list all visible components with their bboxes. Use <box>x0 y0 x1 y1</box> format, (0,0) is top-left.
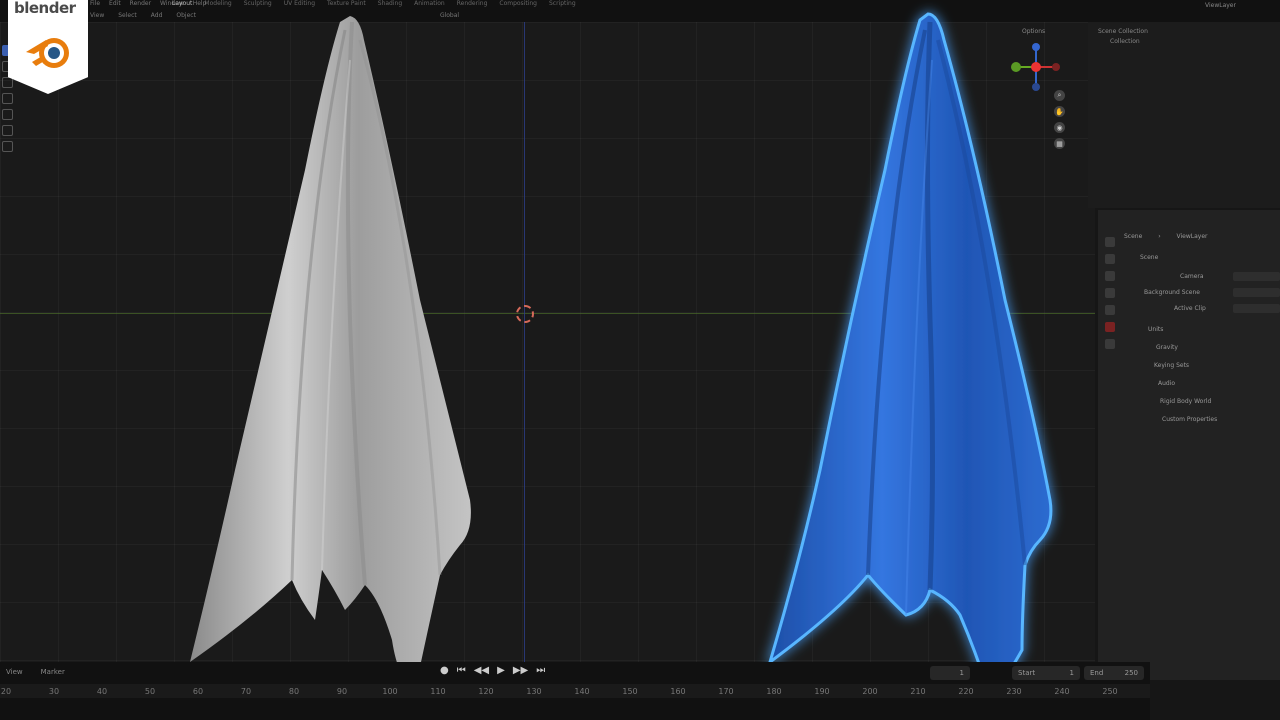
timeline-view-menu[interactable]: View <box>6 668 23 676</box>
panel-custom-properties[interactable]: Custom Properties <box>1162 416 1217 423</box>
ruler-tick: 100 <box>382 687 398 696</box>
ruler-tick: 250 <box>1102 687 1118 696</box>
step-back-icon[interactable]: ◀◀ <box>474 665 489 676</box>
end-frame-field[interactable]: End 250 <box>1084 666 1144 680</box>
ruler-tick: 220 <box>958 687 974 696</box>
navigation-gizmo[interactable] <box>1008 42 1064 92</box>
ruler-tick: 170 <box>718 687 734 696</box>
ruler-tick: 200 <box>862 687 878 696</box>
viewport-nav-icons: ⌕ ✋ ◉ ▦ <box>1054 90 1065 154</box>
playback-controls: ● ⏮ ◀◀ ▶ ▶▶ ⏭ <box>440 665 545 676</box>
ruler-tick: 60 <box>192 687 204 696</box>
start-frame-field[interactable]: Start 1 <box>1012 666 1080 680</box>
ruler-tick: 40 <box>96 687 108 696</box>
ruler-tick: 240 <box>1054 687 1070 696</box>
view-layer-field[interactable]: ViewLayer <box>1205 2 1236 9</box>
zoom-icon[interactable]: ⌕ <box>1054 90 1065 101</box>
timeline-marker-menu[interactable]: Marker <box>41 668 65 676</box>
current-frame-field[interactable]: 1 <box>930 666 970 680</box>
background-scene-field[interactable] <box>1233 288 1280 297</box>
jump-start-icon[interactable]: ⏮ <box>457 665 466 676</box>
view-layer-tab-icon[interactable] <box>1105 271 1115 281</box>
breadcrumb-view-layer: ViewLayer <box>1176 233 1208 240</box>
ruler-tick: 130 <box>526 687 542 696</box>
ruler-tick: 70 <box>240 687 252 696</box>
breadcrumb-scene: Scene <box>1124 233 1143 240</box>
outliner-scene-collection[interactable]: Scene Collection <box>1098 28 1148 35</box>
ruler-tick: 110 <box>430 687 446 696</box>
grid-view-icon[interactable]: ▦ <box>1054 138 1065 149</box>
ruler-tick: 90 <box>336 687 348 696</box>
output-tab-icon[interactable] <box>1105 254 1115 264</box>
active-clip-label: Active Clip <box>1174 305 1206 312</box>
record-icon[interactable]: ● <box>440 665 449 676</box>
world-tab-icon[interactable] <box>1105 305 1115 315</box>
ruler-tick: 210 <box>910 687 926 696</box>
outliner-collection[interactable]: Collection <box>1110 38 1140 45</box>
panel-rigid-body-world[interactable]: Rigid Body World <box>1160 398 1211 405</box>
texture-tab-icon[interactable] <box>1105 339 1115 349</box>
outliner-panel <box>1088 22 1280 208</box>
ruler-tick: 140 <box>574 687 590 696</box>
logo-wordmark: blender <box>14 0 76 17</box>
options-dropdown[interactable]: Options <box>1022 28 1045 35</box>
timeline-ruler[interactable]: 20 30 40 50 60 70 80 90 100 110 120 130 … <box>0 684 1150 698</box>
ruler-tick: 150 <box>622 687 638 696</box>
panel-gravity[interactable]: Gravity <box>1156 344 1178 351</box>
render-tab-icon[interactable] <box>1105 237 1115 247</box>
blender-logo-icon <box>26 38 69 68</box>
background-scene-label: Background Scene <box>1144 289 1200 296</box>
panel-audio[interactable]: Audio <box>1158 380 1175 387</box>
active-clip-field[interactable] <box>1233 304 1280 313</box>
panel-keying-sets[interactable]: Keying Sets <box>1154 362 1189 369</box>
play-icon[interactable]: ▶ <box>497 665 505 676</box>
properties-tabs <box>1102 230 1118 356</box>
collection-tab-icon[interactable] <box>1105 322 1115 332</box>
scene-tab-icon[interactable] <box>1105 288 1115 298</box>
pan-hand-icon[interactable]: ✋ <box>1054 106 1065 117</box>
properties-breadcrumb: Scene › ViewLayer <box>1124 233 1208 240</box>
panel-units[interactable]: Units <box>1148 326 1163 333</box>
jump-end-icon[interactable]: ⏭ <box>536 665 545 676</box>
ruler-tick: 80 <box>288 687 300 696</box>
ruler-tick: 50 <box>144 687 156 696</box>
ruler-tick: 120 <box>478 687 494 696</box>
ruler-tick: 180 <box>766 687 782 696</box>
ruler-tick: 30 <box>48 687 60 696</box>
camera-label: Camera <box>1180 273 1204 280</box>
camera-field[interactable] <box>1233 272 1280 281</box>
ruler-tick: 230 <box>1006 687 1022 696</box>
ruler-tick: 190 <box>814 687 830 696</box>
scene-section-header[interactable]: Scene <box>1140 254 1158 261</box>
blender-logo: blender <box>8 0 88 94</box>
camera-view-icon[interactable]: ◉ <box>1054 122 1065 133</box>
step-forward-icon[interactable]: ▶▶ <box>513 665 528 676</box>
ruler-tick: 160 <box>670 687 686 696</box>
ruler-tick: 20 <box>0 687 12 696</box>
timeline-menu: View Marker <box>6 668 65 676</box>
